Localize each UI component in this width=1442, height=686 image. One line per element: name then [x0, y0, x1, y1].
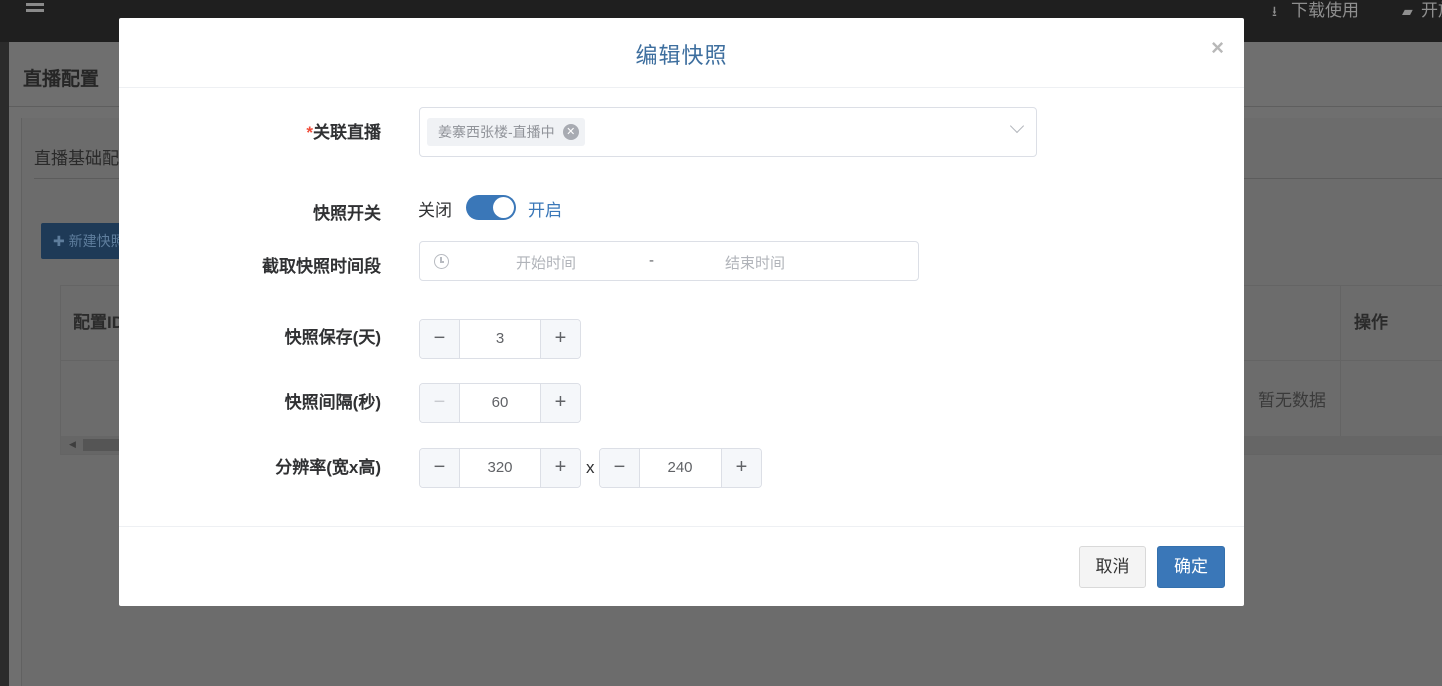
dialog-header: 编辑快照 ×: [119, 18, 1244, 88]
retention-stepper: − 3 +: [419, 319, 581, 359]
decrease-button[interactable]: −: [420, 449, 460, 487]
scroll-left-icon[interactable]: ◀: [69, 439, 76, 450]
page-title: 直播配置: [23, 69, 100, 90]
column-header-actions: 操作: [1354, 313, 1388, 332]
toggle-knob: [493, 197, 514, 218]
plus-icon: ✚: [53, 233, 65, 249]
tag-remove-icon[interactable]: ✕: [562, 124, 579, 140]
download-icon: ⭳: [1272, 3, 1277, 19]
dialog-title: 编辑快照: [635, 43, 728, 68]
dialog-footer-divider: [119, 526, 1244, 527]
times-symbol: x: [586, 458, 595, 477]
live-select[interactable]: 姜寨西张楼-直播中 ✕: [419, 107, 1037, 157]
height-stepper: − 240 +: [599, 448, 762, 488]
height-input[interactable]: 240: [640, 449, 720, 487]
time-range-picker[interactable]: 开始时间 - 结束时间: [419, 241, 919, 281]
chevron-down-icon[interactable]: [1009, 118, 1025, 134]
book-icon: ▰: [1402, 3, 1413, 19]
increase-button[interactable]: +: [540, 449, 580, 487]
switch-on-label[interactable]: 开启: [528, 196, 562, 221]
resolution-field-label: 分辨率(宽x高): [275, 458, 381, 477]
start-time-input[interactable]: 开始时间: [516, 252, 576, 273]
menu-icon[interactable]: [26, 3, 44, 17]
interval-input[interactable]: 60: [460, 384, 540, 422]
selected-live-tag: 姜寨西张楼-直播中 ✕: [427, 118, 585, 146]
increase-button[interactable]: +: [540, 384, 580, 422]
retention-input[interactable]: 3: [460, 320, 540, 358]
increase-button[interactable]: +: [540, 320, 580, 358]
increase-button[interactable]: +: [721, 449, 761, 487]
cancel-button[interactable]: 取消: [1079, 546, 1146, 588]
empty-state-text: 暂无数据: [1258, 391, 1326, 410]
close-icon[interactable]: ×: [1211, 35, 1224, 61]
snapshot-toggle[interactable]: [466, 195, 516, 220]
switch-off-label[interactable]: 关闭: [418, 196, 452, 221]
interval-field-label: 快照间隔(秒): [284, 393, 381, 412]
decrease-button[interactable]: −: [600, 449, 640, 487]
required-mark: *: [306, 123, 313, 142]
switch-field-label: 快照开关: [313, 204, 381, 223]
decrease-button[interactable]: −: [420, 384, 460, 422]
column-divider: [1340, 286, 1341, 436]
clock-icon: [434, 254, 449, 269]
decrease-button[interactable]: −: [420, 320, 460, 358]
edit-snapshot-dialog: 编辑快照 × *关联直播 姜寨西张楼-直播中 ✕ 快照开关 关闭 开启 截取快照…: [119, 18, 1244, 606]
live-field-label: *关联直播: [306, 123, 381, 142]
download-link[interactable]: ⭳ 下载使用: [1272, 0, 1359, 22]
open-link[interactable]: ▰开放: [1402, 0, 1442, 22]
retention-field-label: 快照保存(天): [284, 328, 381, 347]
time-range-field-label: 截取快照时间段: [262, 257, 381, 276]
end-time-input[interactable]: 结束时间: [725, 252, 785, 273]
width-input[interactable]: 320: [460, 449, 540, 487]
confirm-button[interactable]: 确定: [1157, 546, 1225, 588]
interval-stepper: − 60 +: [419, 383, 581, 423]
range-separator: -: [649, 252, 654, 269]
column-header-config-id: 配置ID: [73, 313, 124, 332]
width-stepper: − 320 +: [419, 448, 581, 488]
